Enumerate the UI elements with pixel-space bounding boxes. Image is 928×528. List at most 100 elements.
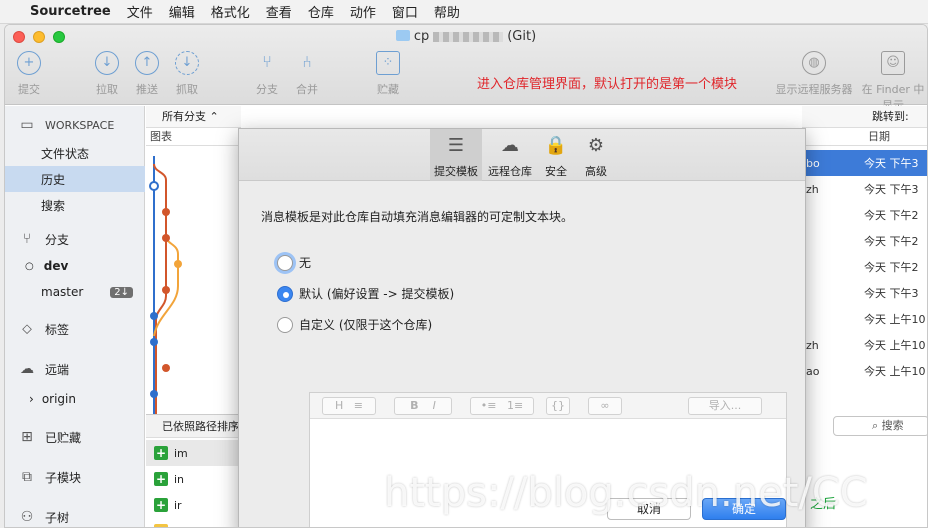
graph-node[interactable] (150, 312, 158, 320)
tab-advanced[interactable]: ⚙ 高级 (570, 129, 622, 181)
cloud-icon: ☁ (20, 361, 34, 377)
table-row[interactable]: ao 今天 上午10 (802, 358, 927, 384)
tab-label: 安全 (545, 165, 567, 178)
show-remote-button[interactable]: ◍ 显示远程服务器 (773, 51, 855, 97)
doc-icon: ☰ (447, 135, 465, 156)
search-icon: ⌕ (872, 419, 879, 432)
option-default-label: 默认 (偏好设置 -> 提交模板) (299, 287, 455, 301)
menu-file[interactable]: 文件 (127, 2, 153, 21)
file-row[interactable]: + ir (146, 492, 241, 518)
radio-default[interactable] (277, 285, 293, 302)
file-row[interactable]: + im (146, 440, 241, 466)
menu-repository[interactable]: 仓库 (308, 2, 334, 21)
sidebar-item-stashes[interactable]: ⊞ 已贮藏 (5, 424, 145, 450)
sidebar-item-history[interactable]: 历史 (5, 166, 145, 192)
graph-node[interactable] (162, 208, 170, 216)
fetch-button[interactable]: ↓ 抓取 (165, 51, 209, 97)
added-file-icon: + (154, 446, 168, 460)
sidebar: ▭ WORKSPACE 文件状态 历史 搜索 ⑂ 分支 ○ dev master 2↓ … (5, 106, 145, 527)
commit-author: zh (806, 338, 819, 352)
option-none[interactable]: 无 (277, 254, 311, 271)
sidebar-item-file-status[interactable]: 文件状态 (5, 140, 145, 166)
file-row[interactable]: … lib (146, 518, 241, 528)
chevron-right-icon[interactable]: › (29, 392, 34, 406)
menu-window[interactable]: 窗口 (392, 2, 418, 21)
menu-help[interactable]: 帮助 (434, 2, 460, 21)
commit-graph[interactable] (146, 146, 241, 414)
table-row[interactable]: zh 今天 上午10 (802, 332, 927, 358)
table-row[interactable]: 今天 上午10 (802, 306, 927, 332)
branch-button[interactable]: ⑂ 分支 (245, 51, 289, 97)
graph-node[interactable] (150, 390, 158, 398)
menu-view[interactable]: 查看 (266, 2, 292, 21)
monitor-icon: ▭ (20, 117, 34, 133)
pull-label: 拉取 (96, 83, 118, 96)
commit-date: 今天 上午10 (864, 313, 926, 326)
graph-node[interactable] (150, 338, 158, 346)
sidebar-item-search[interactable]: 搜索 (5, 192, 145, 218)
paragraph-icon: ≡ (353, 399, 363, 412)
table-row[interactable]: 今天 下午2 (802, 254, 927, 280)
branch-filter-dropdown[interactable]: 所有分支 ⌃ (146, 106, 241, 128)
tab-commit-template[interactable]: ☰ 提交模板 (430, 129, 482, 181)
pull-button[interactable]: ↓ 拉取 (85, 51, 129, 97)
option-custom[interactable]: 自定义 (仅限于这个仓库) (277, 316, 432, 333)
sidebar-item-branch-dev[interactable]: ○ dev (5, 253, 145, 279)
sidebar-item-submodules[interactable]: ⧉ 子模块 (5, 464, 145, 490)
sidebar-item-remote-origin[interactable]: › origin (5, 386, 145, 412)
graph-node[interactable] (174, 260, 182, 268)
radio-custom[interactable] (277, 316, 293, 333)
bold-italic-group[interactable]: B I (394, 397, 452, 415)
search-input[interactable]: ⌕ 搜索 (833, 416, 927, 436)
table-row[interactable]: bo 今天 下午3 (802, 150, 927, 176)
menu-edit[interactable]: 编辑 (169, 2, 195, 21)
merge-button[interactable]: ⑃ 合并 (285, 51, 329, 97)
menu-format[interactable]: 格式化 (211, 2, 250, 21)
import-button[interactable]: 导入... (688, 397, 762, 415)
heading-button[interactable]: H ≡ (322, 397, 376, 415)
redacted-text (433, 31, 504, 42)
file-name: lib (174, 525, 187, 528)
graph-node[interactable] (162, 286, 170, 294)
stash-button[interactable]: ⁘ 贮藏 (366, 51, 410, 97)
code-button[interactable]: {} (546, 397, 570, 415)
option-default[interactable]: 默认 (偏好设置 -> 提交模板) (277, 285, 454, 302)
submodule-icon: ⧉ (22, 469, 32, 485)
tag-icon: ⬦ (22, 321, 32, 337)
sidebar-item-workspace: ▭ WORKSPACE (5, 110, 145, 140)
tab-remotes[interactable]: ☁ 远程仓库 (484, 129, 536, 181)
file-row[interactable]: + in (146, 466, 241, 492)
added-file-icon: + (154, 472, 168, 486)
show-in-finder-button[interactable]: ☺在 Finder 中显示 (857, 51, 927, 113)
commit-date: 今天 上午10 (864, 365, 926, 378)
search-placeholder: 搜索 (881, 419, 904, 432)
table-row[interactable]: zh 今天 下午3 (802, 176, 927, 202)
sidebar-item-tags[interactable]: ⬦ 标签 (5, 316, 145, 342)
table-row[interactable]: 今天 下午2 (802, 228, 927, 254)
file-status-label: 文件状态 (41, 146, 90, 161)
table-row[interactable]: 今天 下午3 (802, 280, 927, 306)
branch-icon: ⑂ (262, 52, 272, 71)
graph-head-node[interactable] (149, 181, 159, 191)
globe-icon: ◍ (802, 51, 826, 75)
commit-button[interactable]: + 提交 (7, 51, 51, 97)
radio-none[interactable] (277, 254, 293, 271)
sidebar-item-branch-master[interactable]: master 2↓ (5, 279, 145, 305)
link-button[interactable]: ∞ (588, 397, 622, 415)
app-menu[interactable]: Sourcetree (30, 4, 111, 19)
menu-actions[interactable]: 动作 (350, 2, 376, 21)
sidebar-item-remotes[interactable]: ☁ 远端 (5, 356, 145, 382)
list-group[interactable]: •≡ 1≡ (470, 397, 534, 415)
graph-node[interactable] (162, 234, 170, 242)
sidebar-item-subtrees[interactable]: ⚇ 子树 (5, 504, 145, 527)
sort-bar[interactable]: 已依照路径排序 (146, 414, 241, 438)
added-file-icon: + (154, 498, 168, 512)
sidebar-item-branches[interactable]: ⑂ 分支 (5, 226, 145, 252)
table-row[interactable]: 今天 下午2 (802, 202, 927, 228)
jump-to-bar[interactable]: 跳转到: (802, 106, 927, 128)
fetch-icon: ↓ (175, 51, 199, 75)
push-button[interactable]: ↑ 推送 (125, 51, 169, 97)
show-remote-label: 显示远程服务器 (775, 83, 853, 96)
commit-date: 今天 下午3 (864, 183, 919, 196)
graph-node[interactable] (162, 364, 170, 372)
